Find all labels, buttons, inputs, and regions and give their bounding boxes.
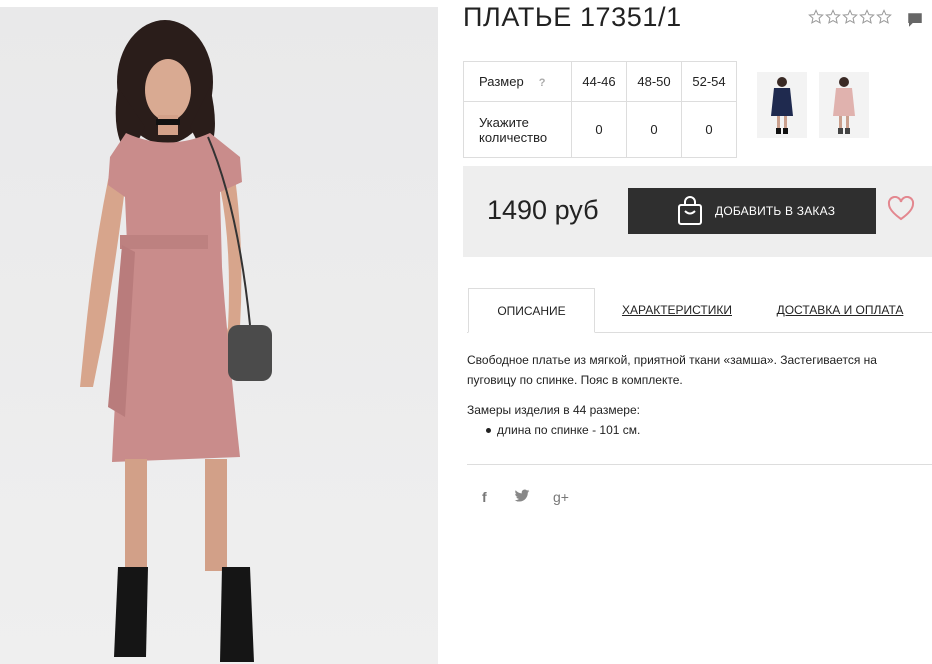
- twitter-bird-icon: [514, 489, 530, 502]
- price: 1490 руб: [487, 195, 599, 225]
- size-option: 52-54: [681, 61, 737, 102]
- star-icon[interactable]: [859, 9, 875, 25]
- star-icon[interactable]: [825, 9, 841, 25]
- quantity-input[interactable]: 0: [571, 101, 627, 158]
- description: Свободное платье из мягкой, приятной тка…: [467, 350, 929, 440]
- product-title: ПЛАТЬЕ 17351/1: [463, 2, 682, 32]
- comment-icon[interactable]: [906, 11, 924, 29]
- thumbnail-navy[interactable]: [757, 72, 807, 138]
- description-text: Свободное платье из мягкой, приятной тка…: [467, 353, 877, 387]
- twitter-icon[interactable]: [514, 489, 530, 506]
- thumbnail-pink[interactable]: [819, 72, 869, 138]
- help-icon[interactable]: ?: [539, 77, 546, 89]
- size-option: 48-50: [626, 61, 682, 102]
- quantity-label-line1: Укажите: [479, 114, 529, 130]
- tab-description[interactable]: ОПИСАНИЕ: [468, 288, 595, 333]
- google-plus-icon[interactable]: g+: [553, 489, 569, 505]
- quantity-input[interactable]: 0: [681, 101, 737, 158]
- measure-title: Замеры изделия в 44 размере:: [467, 403, 640, 417]
- add-to-order-label: ДОБАВИТЬ В ЗАКАЗ: [715, 204, 836, 218]
- quantity-label-line2: количество: [479, 129, 548, 145]
- star-icon[interactable]: [842, 9, 858, 25]
- size-label: Размер: [479, 74, 524, 89]
- measure-item: длина по спинке - 101 см.: [486, 420, 929, 440]
- add-to-order-button[interactable]: ДОБАВИТЬ В ЗАКАЗ: [628, 188, 876, 234]
- size-label-cell: Размер?: [463, 61, 572, 102]
- tabs: ОПИСАНИЕ ХАРАКТЕРИСТИКИ ДОСТАВКА И ОПЛАТ…: [467, 288, 932, 333]
- divider: [467, 464, 932, 465]
- star-icon[interactable]: [808, 9, 824, 25]
- rating-stars[interactable]: [808, 9, 892, 25]
- tab-delivery-payment[interactable]: ДОСТАВКА И ОПЛАТА: [775, 288, 905, 332]
- facebook-icon[interactable]: f: [482, 489, 487, 505]
- measure-list: длина по спинке - 101 см.: [467, 420, 929, 440]
- quantity-label-cell: Укажите количество: [463, 101, 572, 158]
- tab-characteristics[interactable]: ХАРАКТЕРИСТИКИ: [617, 288, 737, 332]
- heart-icon[interactable]: [887, 196, 915, 222]
- pink-dress-thumb-image: [819, 72, 869, 138]
- shopping-bag-icon: [678, 196, 702, 225]
- price-box: 1490 руб ДОБАВИТЬ В ЗАКАЗ: [463, 166, 932, 257]
- quantity-input[interactable]: 0: [626, 101, 682, 158]
- size-option: 44-46: [571, 61, 627, 102]
- navy-dress-thumb-image: [757, 72, 807, 138]
- product-photo[interactable]: [0, 7, 438, 664]
- model-image: [80, 20, 272, 662]
- size-table: Размер? 44-46 48-50 52-54 Укажите количес…: [463, 61, 737, 158]
- star-icon[interactable]: [876, 9, 892, 25]
